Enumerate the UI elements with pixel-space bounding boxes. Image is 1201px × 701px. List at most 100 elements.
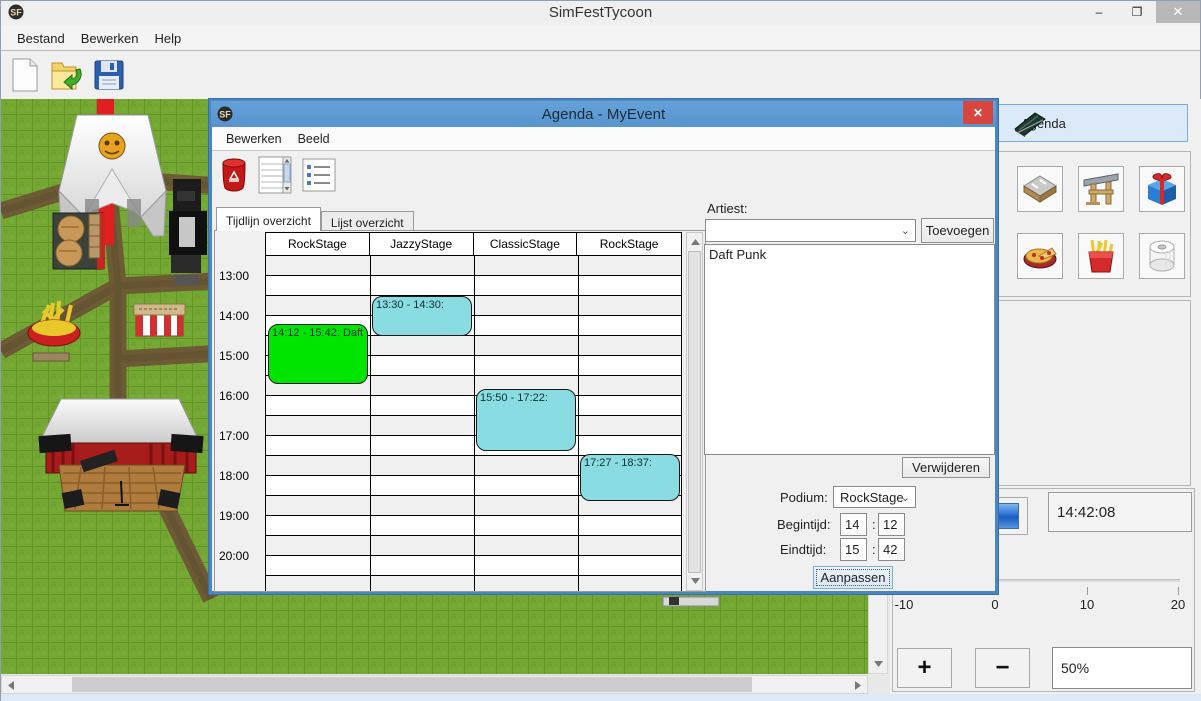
begin-hour-field[interactable]: 14 [840,513,867,536]
hour-label: 14:00 [219,309,263,323]
torii-gate-icon [1083,172,1119,206]
close-button[interactable]: ✕ [1156,1,1200,23]
end-hour-field[interactable]: 15 [840,538,867,561]
scroll-left-icon[interactable] [3,677,19,693]
menu-help[interactable]: Help [147,28,190,49]
zoom-in-button[interactable]: + [897,648,952,688]
gift-box-icon [1144,171,1180,207]
open-file-button[interactable] [49,56,85,94]
map-hscroll-thumb[interactable] [72,677,752,692]
agenda-event[interactable]: 13:30 - 14:30: [372,296,472,336]
save-file-icon [94,60,124,90]
hour-label: 16:00 [219,389,263,403]
column-header: JazzyStage [370,233,474,255]
window-titlebar: SF SimFestTycoon – ❐ ✕ [1,1,1200,23]
timeline-scroll-thumb[interactable] [688,251,701,573]
timeline-scrollbar[interactable] [686,232,703,591]
fries-icon [1086,238,1116,274]
agenda-dialog: SF Agenda - MyEvent ✕ Bewerken Beeld [209,99,998,594]
item-pizza-stand-button[interactable] [1017,233,1063,279]
timeline-scroll-up-icon[interactable] [687,234,703,250]
chevron-down-icon: ⌄ [901,224,910,237]
list-view-button[interactable] [302,158,336,197]
minimize-button[interactable]: – [1080,1,1118,23]
agenda-event[interactable]: 14:12 - 15:42: Daft P [268,324,368,384]
column-divider [474,256,475,591]
item-road-tile-button[interactable] [1017,166,1063,212]
artist-list[interactable]: Daft Punk [704,244,995,455]
add-artist-button[interactable]: Toevoegen [921,218,994,243]
tab-lijst-overzicht[interactable]: Lijst overzicht [321,211,414,231]
item-fries-stand-button[interactable] [1078,233,1124,279]
end-minute-field[interactable]: 42 [878,538,905,561]
tab-tijdlijn-overzicht[interactable]: Tijdlijn overzicht [216,207,321,231]
zoom-out-button[interactable]: − [975,648,1030,688]
timeline-header: RockStage JazzyStage ClassicStage RockSt… [265,232,682,256]
remove-artist-button[interactable]: Verwijderen [902,457,990,478]
agenda-event[interactable]: 17:27 - 18:37: [580,454,680,501]
map-horizontal-scrollbar[interactable] [1,675,868,694]
column-header: ClassicStage [474,233,578,255]
column-header: RockStage [577,233,681,255]
apply-button[interactable]: Aanpassen [813,566,893,589]
hour-label: 15:00 [219,349,263,363]
toilet-paper-icon [1146,239,1178,273]
save-file-button[interactable] [91,56,127,94]
item-toilet-paper-button[interactable] [1139,233,1185,279]
hour-label: 18:00 [219,469,263,483]
dialog-close-button[interactable]: ✕ [963,101,993,124]
slider-tick [1087,587,1088,595]
list-view-icon [302,158,336,192]
timeline-scroll-down-icon[interactable] [687,573,703,589]
game-clock: 14:42:08 [1048,492,1192,532]
slider-tick [1178,587,1179,595]
timeline-grid[interactable]: 14:12 - 15:42: Daft P13:30 - 14:30: 15:50… [265,256,682,591]
main-menubar: Bestand Bewerken Help [1,26,1200,51]
window-bottom-strip [1,694,1201,701]
begin-minute-field[interactable]: 12 [878,513,905,536]
menu-bestand[interactable]: Bestand [9,28,73,49]
scroll-right-icon[interactable] [850,677,866,693]
chevron-down-icon: ⌄ [901,491,910,504]
slider-label-10: 10 [1067,597,1107,612]
open-file-icon [50,59,84,91]
slider-label-0: 0 [975,597,1015,612]
artist-list-item[interactable]: Daft Punk [709,247,990,262]
zoom-value-field[interactable]: 50% [1052,647,1192,689]
menu-bewerken[interactable]: Bewerken [73,28,147,49]
dialog-menubar: Bewerken Beeld [212,127,995,151]
podium-combobox[interactable]: RockStage ⌄ [833,486,916,508]
play-blue-icon [995,503,1019,529]
timeline-tab-panel: RockStage JazzyStage ClassicStage RockSt… [214,230,706,592]
window-title: SimFestTycoon [1,4,1200,21]
tent-fragment [663,597,719,606]
maximize-button[interactable]: ❐ [1118,1,1156,23]
column-divider [370,256,371,591]
dialog-titlebar[interactable]: SF Agenda - MyEvent ✕ [211,101,996,127]
slider-label-minus10: -10 [884,597,924,612]
dialog-menu-bewerken[interactable]: Bewerken [218,129,290,149]
agenda-button[interactable]: Agenda [998,104,1188,142]
dialog-menu-beeld[interactable]: Beeld [290,129,338,149]
wood-pallets [89,214,100,258]
artist-combobox[interactable]: ⌄ [705,219,916,242]
dialog-toolbar [212,152,995,202]
road-tile-icon [1022,174,1058,204]
new-file-button[interactable] [7,56,43,94]
delete-event-button[interactable] [220,157,248,198]
dialog-title: Agenda - MyEvent [211,106,996,123]
end-time-label: Eindtijd: [780,542,826,557]
agenda-event[interactable]: 15:50 - 17:22: [476,389,576,450]
dialog-tabs: Tijdlijn overzicht Lijst overzicht [216,207,414,231]
timeline-view-button[interactable] [258,156,292,199]
begin-time-label: Begintijd: [777,517,830,532]
main-toolbar [1,52,1200,98]
hour-label: 20:00 [219,549,263,563]
scroll-down-icon[interactable] [870,656,886,672]
simfest-window: { "window": { "title": "SimFestTycoon", … [0,0,1201,701]
time-colon: : [872,517,876,532]
item-gift-box-button[interactable] [1139,166,1185,212]
item-torii-gate-button[interactable] [1078,166,1124,212]
hour-label: 17:00 [219,429,263,443]
timeline-table: RockStage JazzyStage ClassicStage RockSt… [217,232,703,591]
